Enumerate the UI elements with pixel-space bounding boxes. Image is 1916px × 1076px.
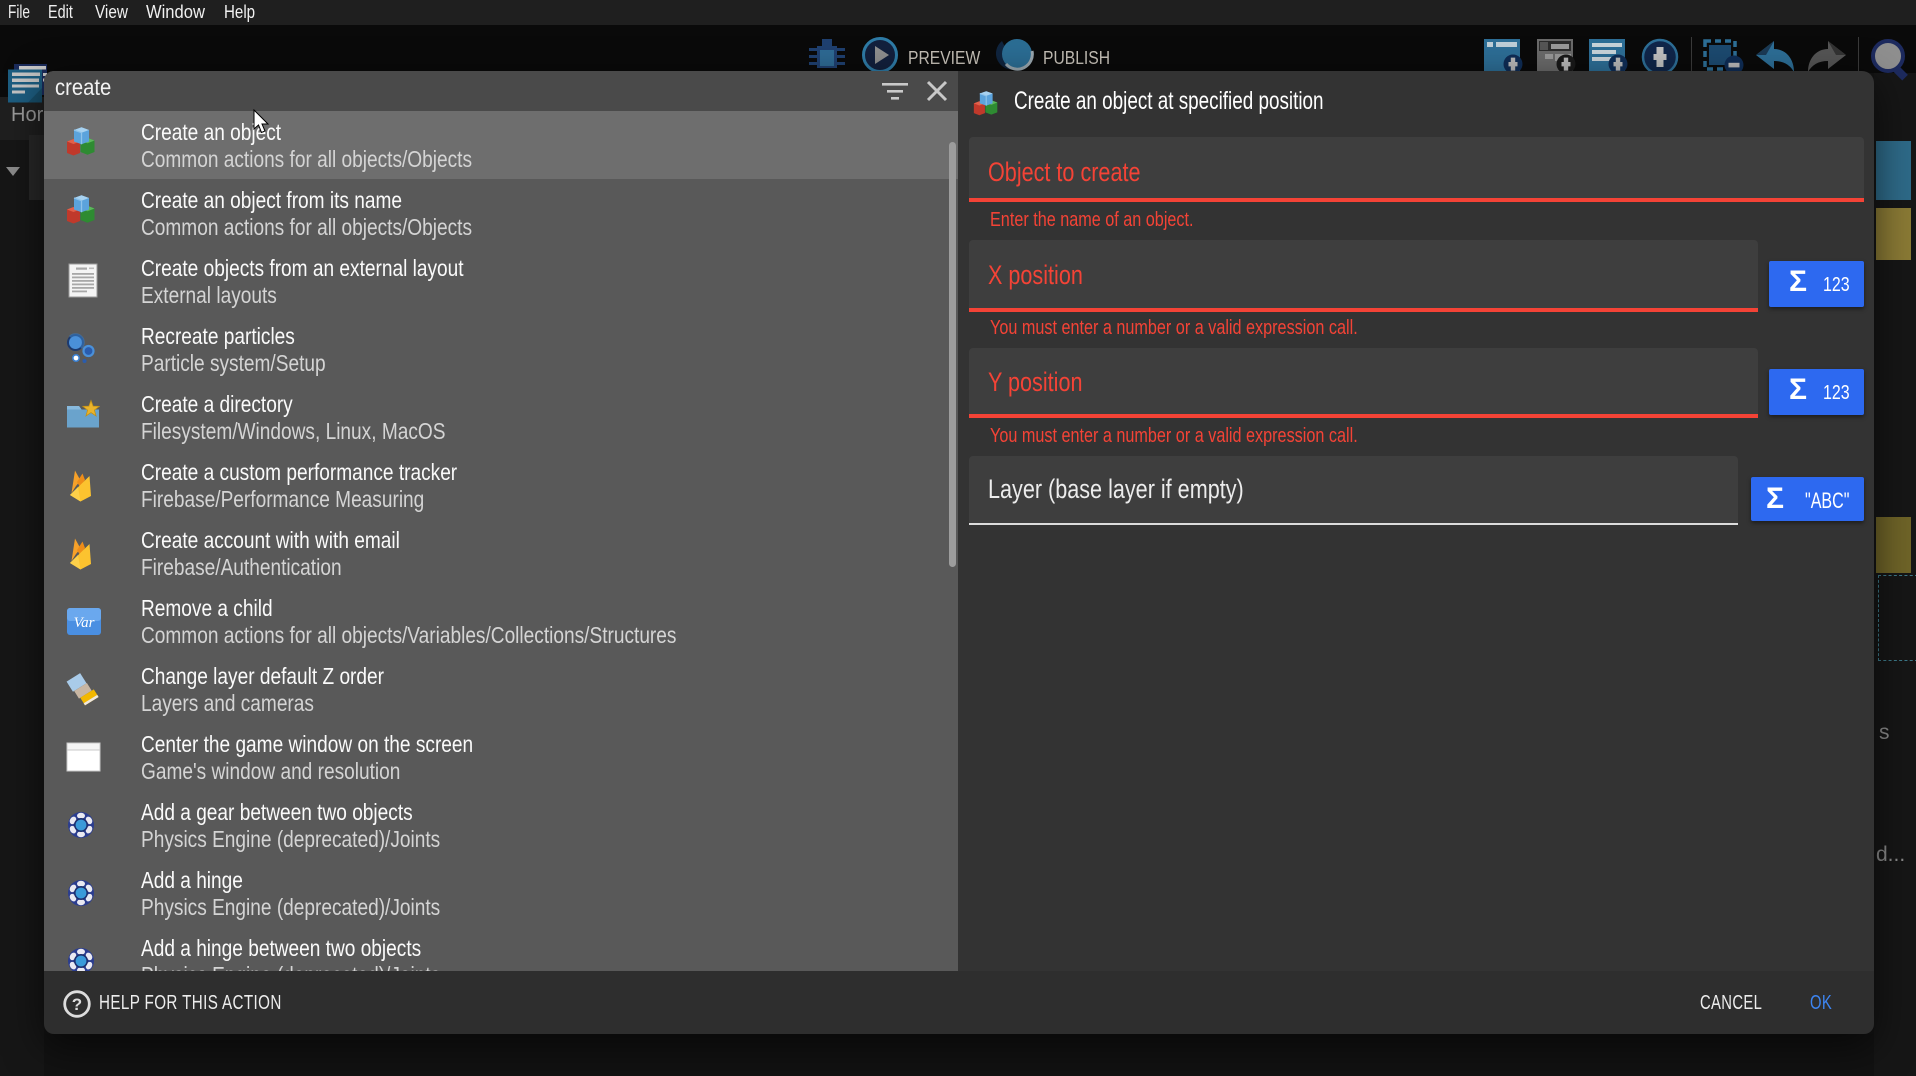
svg-text:?: ? bbox=[72, 995, 82, 1014]
svg-text:Var: Var bbox=[74, 615, 95, 631]
